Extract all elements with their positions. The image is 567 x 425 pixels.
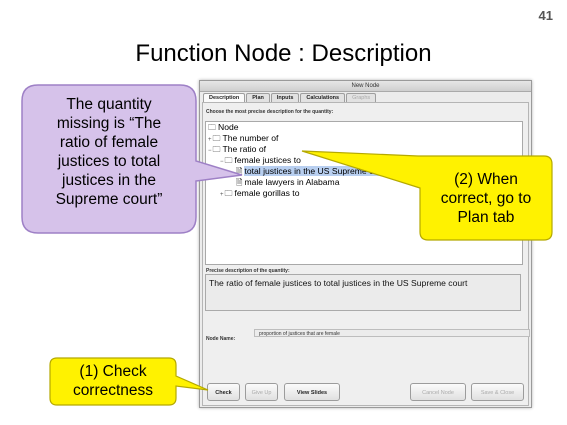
callout-line: justices in the <box>62 172 156 189</box>
callout-line: missing is “The <box>56 115 162 132</box>
tab-inputs[interactable]: Inputs <box>270 93 300 102</box>
slide-title: Function Node : Description <box>135 40 432 67</box>
callout-line: correct, go to <box>440 190 532 207</box>
callout-line: (2) When <box>454 171 518 188</box>
slide-number: 41 <box>538 8 553 23</box>
dialog-title: New Node <box>200 81 531 92</box>
give-up-button: Give Up <box>245 383 278 401</box>
check-callout: (1) Check correctness <box>48 356 212 408</box>
quantity-callout: The quantity missing is “The ratio of fe… <box>20 83 245 245</box>
callout-line: Supreme court” <box>55 191 163 208</box>
tab-calculations[interactable]: Calculations <box>300 93 346 102</box>
tab-graphs: Graphs <box>346 93 377 102</box>
node-name-field[interactable]: proportion of justices that are female <box>254 329 530 337</box>
callout-line: ratio of female <box>59 134 159 151</box>
tab-plan[interactable]: Plan <box>246 93 270 102</box>
callout-line: The quantity <box>66 96 152 113</box>
view-slides-button[interactable]: View Slides <box>284 383 340 401</box>
description-panel: Choose the most precise description for … <box>202 102 530 406</box>
callout-line: correctness <box>72 382 154 399</box>
callout-line: justices to total <box>57 153 161 170</box>
save-close-button: Save & Close <box>471 383 524 401</box>
precise-description-field: The ratio of female justices to total ju… <box>205 274 521 311</box>
callout-line: (1) Check <box>79 363 147 380</box>
callout-line: Plan tab <box>457 209 515 226</box>
cancel-node-button: Cancel Node <box>410 383 466 401</box>
node-name-label: Node Name: <box>206 336 236 342</box>
plan-tab-callout: (2) When correct, go to Plan tab <box>300 150 560 250</box>
